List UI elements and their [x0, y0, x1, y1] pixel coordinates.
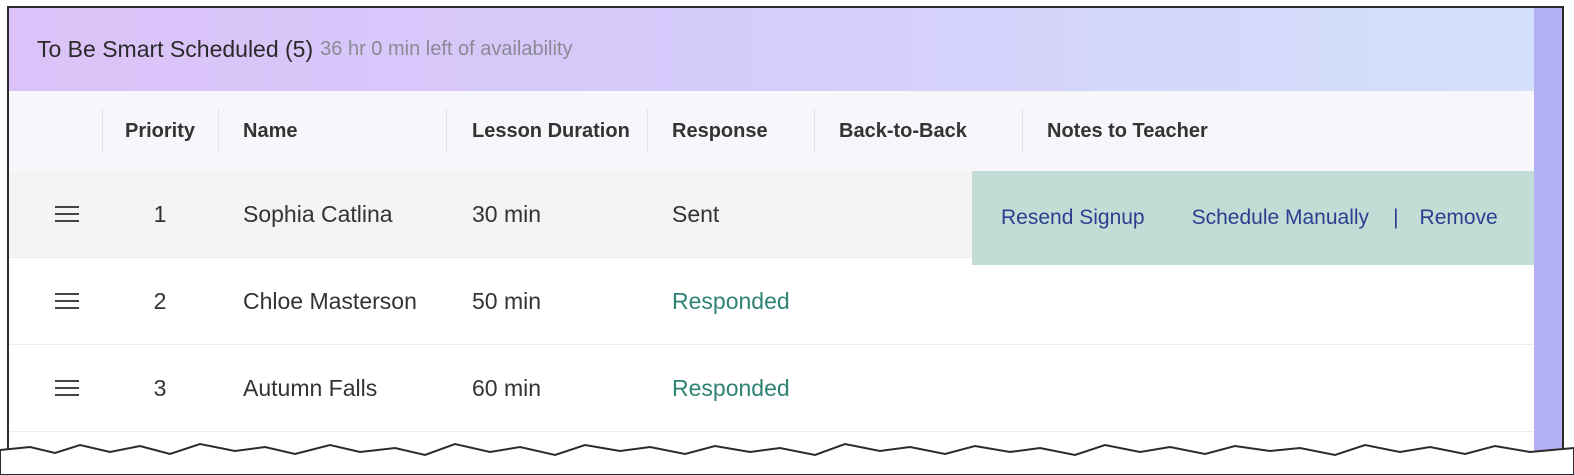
remove-link[interactable]: Remove: [1420, 206, 1498, 230]
table-row[interactable]: 3 Autumn Falls 60 min Responded: [9, 345, 1536, 432]
column-divider: [218, 109, 219, 153]
smart-schedule-panel: To Be Smart Scheduled (5) 36 hr 0 min le…: [7, 6, 1536, 468]
duration-cell: 60 min: [472, 374, 542, 401]
duration-cell: 30 min: [472, 200, 542, 227]
column-divider: [1022, 109, 1023, 153]
priority-cell: 1: [153, 200, 167, 227]
column-name[interactable]: Name: [243, 91, 297, 171]
torn-edge-decoration: [0, 442, 1574, 475]
table-row[interactable]: 2 Chloe Masterson 50 min Responded: [9, 258, 1536, 345]
drag-handle-icon[interactable]: [55, 171, 79, 257]
panel-title: To Be Smart Scheduled (5): [37, 36, 314, 62]
drag-handle-icon[interactable]: [55, 345, 79, 431]
response-cell: Responded: [672, 374, 790, 401]
name-cell: Autumn Falls: [243, 374, 378, 401]
column-divider: [647, 109, 648, 153]
priority-cell: 2: [153, 287, 167, 314]
priority-cell: 3: [153, 374, 167, 401]
action-separator: |: [1393, 206, 1399, 229]
scrollbar-track[interactable]: [1534, 6, 1564, 468]
column-priority[interactable]: Priority: [102, 91, 218, 171]
table-header: Priority Name Lesson Duration Response B…: [9, 91, 1536, 171]
response-cell: Responded: [672, 287, 790, 314]
column-divider: [814, 109, 815, 153]
row-actions: Resend Signup Schedule Manually | Remove: [972, 171, 1536, 265]
column-lesson-duration[interactable]: Lesson Duration: [472, 91, 630, 171]
schedule-manually-link[interactable]: Schedule Manually: [1192, 206, 1369, 230]
column-divider: [446, 109, 447, 153]
drag-handle-icon[interactable]: [55, 258, 79, 344]
column-back-to-back[interactable]: Back-to-Back: [839, 91, 967, 171]
name-cell: Chloe Masterson: [243, 287, 417, 314]
column-response[interactable]: Response: [672, 91, 768, 171]
availability-text: 36 hr 0 min left of availability: [320, 38, 573, 60]
panel-header: To Be Smart Scheduled (5) 36 hr 0 min le…: [9, 8, 1536, 91]
duration-cell: 50 min: [472, 287, 542, 314]
response-cell: Sent: [672, 200, 720, 227]
resend-signup-link[interactable]: Resend Signup: [1001, 206, 1145, 230]
table-row[interactable]: 1 Sophia Catlina 30 min Sent Resend Sign…: [9, 171, 1536, 265]
column-notes-to-teacher[interactable]: Notes to Teacher: [1047, 91, 1208, 171]
name-cell: Sophia Catlina: [243, 200, 393, 227]
